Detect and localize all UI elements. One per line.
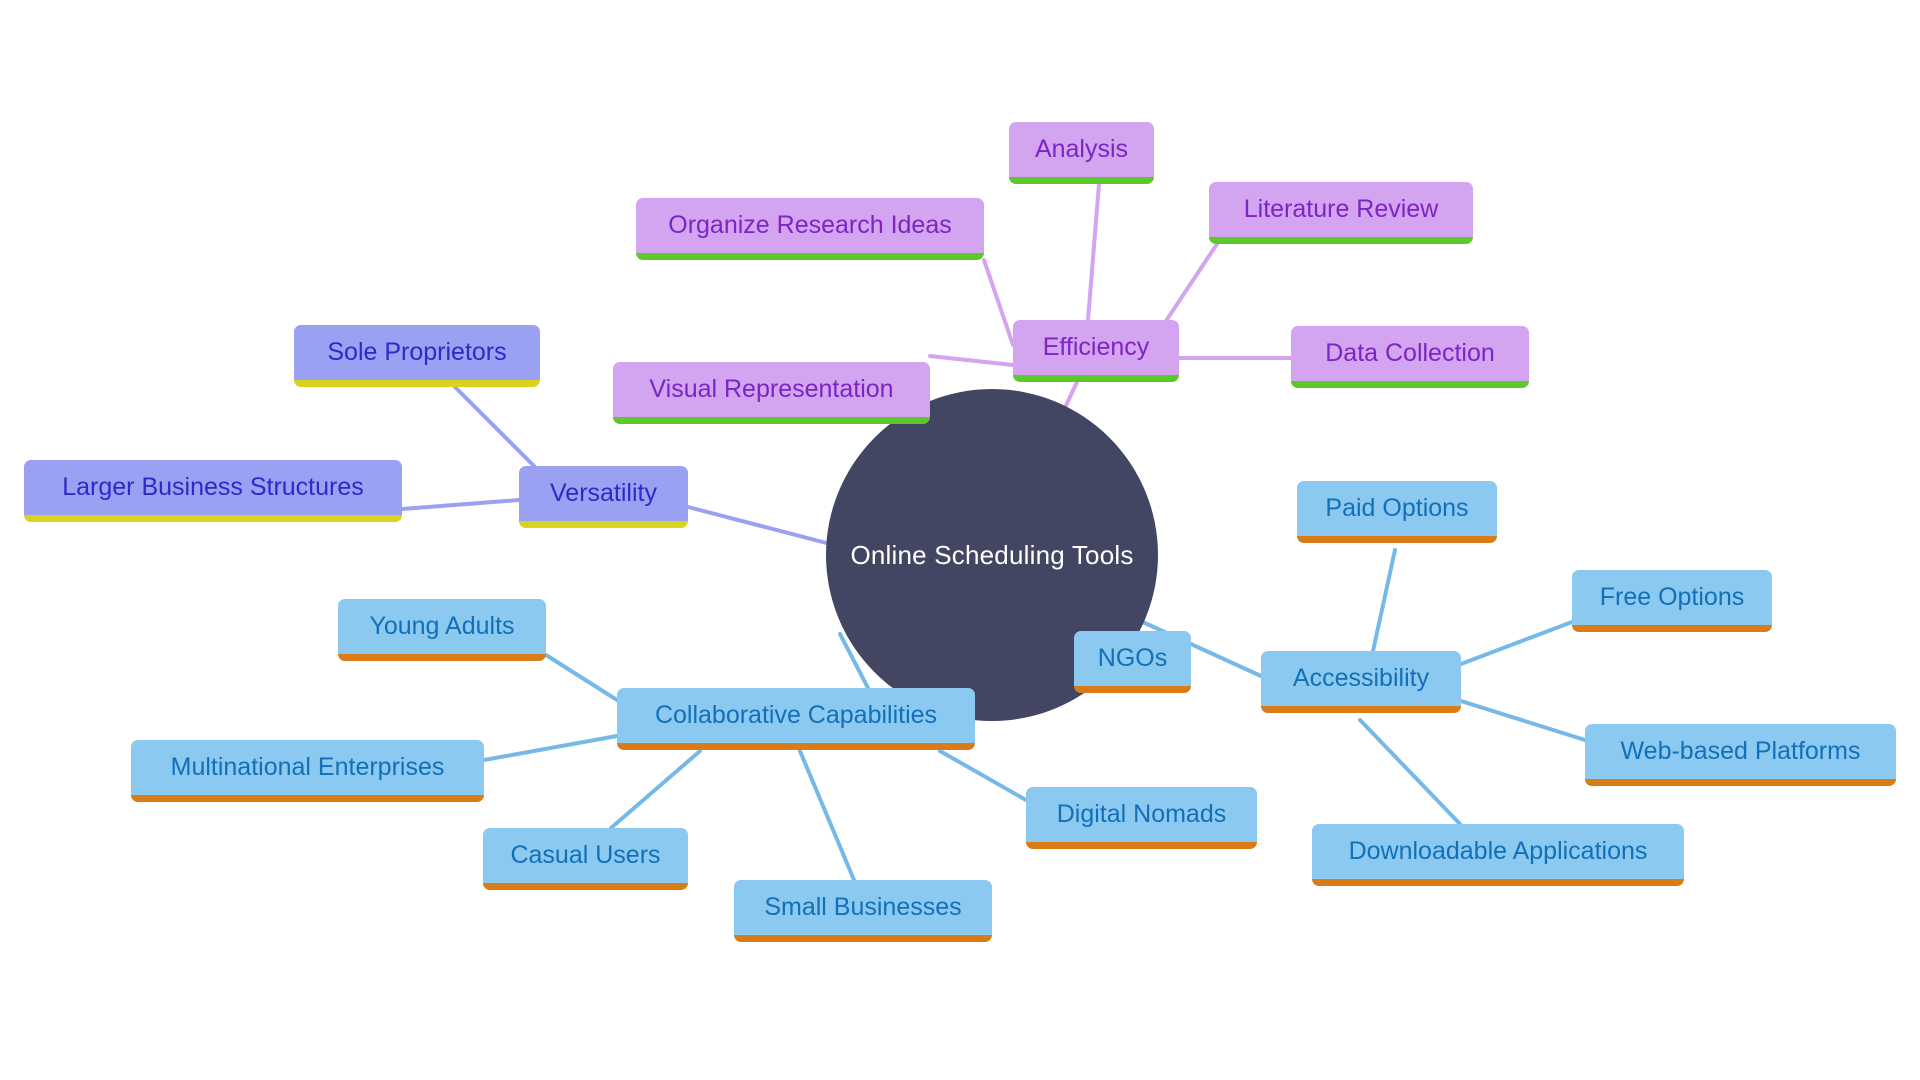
node-largerbiz[interactable]: Larger Business Structures (24, 460, 402, 522)
node-free[interactable]: Free Options (1572, 570, 1772, 632)
node-literature[interactable]: Literature Review (1209, 182, 1473, 244)
node-ngos[interactable]: NGOs (1074, 631, 1191, 693)
node-collab[interactable]: Collaborative Capabilities (617, 688, 975, 750)
node-efficiency[interactable]: Efficiency (1013, 320, 1179, 382)
node-label-youngadults: Young Adults (369, 611, 515, 640)
node-casual[interactable]: Casual Users (483, 828, 688, 890)
node-label-soleprop: Sole Proprietors (327, 337, 507, 366)
edge-accessibility-to-paid (1371, 548, 1397, 653)
node-label-efficiency: Efficiency (1042, 332, 1150, 361)
node-label-smallbiz: Small Businesses (764, 892, 962, 921)
node-label-nomads: Digital Nomads (1056, 799, 1227, 828)
node-webplat[interactable]: Web-based Platforms (1585, 724, 1896, 786)
edge-efficiency-to-analysis (1086, 182, 1101, 322)
node-youngadults[interactable]: Young Adults (338, 599, 546, 661)
node-label-analysis: Analysis (1034, 134, 1129, 163)
node-label-accessibility: Accessibility (1292, 663, 1430, 692)
node-label-visualrep: Visual Representation (649, 374, 894, 403)
node-accessibility[interactable]: Accessibility (1261, 651, 1461, 713)
node-label-free: Free Options (1599, 582, 1745, 611)
node-label-ngos: NGOs (1097, 643, 1168, 672)
node-label-largerbiz: Larger Business Structures (62, 472, 364, 501)
edge-collab-to-multinational (482, 734, 619, 762)
mindmap-canvas: Online Scheduling Tools Analysis Organize … (0, 0, 1920, 1080)
edge-efficiency-to-visualrep (928, 354, 1015, 367)
node-nomads[interactable]: Digital Nomads (1026, 787, 1257, 849)
node-datacoll[interactable]: Data Collection (1291, 326, 1529, 388)
edge-efficiency-to-literature (1158, 242, 1219, 332)
edge-accessibility-to-free (1459, 620, 1574, 666)
node-download[interactable]: Downloadable Applications (1312, 824, 1684, 886)
node-versatility[interactable]: Versatility (519, 466, 688, 528)
node-soleprop[interactable]: Sole Proprietors (294, 325, 540, 387)
node-label-datacoll: Data Collection (1325, 338, 1495, 367)
node-label-download: Downloadable Applications (1348, 836, 1648, 865)
node-paid[interactable]: Paid Options (1297, 481, 1497, 543)
edge-collab-to-smallbiz (798, 749, 856, 882)
edge-collab-to-casual (609, 749, 702, 830)
node-label-versatility: Versatility (550, 478, 657, 507)
node-label-literature: Literature Review (1243, 194, 1439, 223)
edge-accessibility-to-webplat (1459, 699, 1587, 742)
node-visualrep[interactable]: Visual Representation (613, 362, 930, 424)
edge-versatility-to-soleprop (453, 385, 542, 474)
edge-accessibility-to-download (1358, 718, 1462, 826)
node-label-collab: Collaborative Capabilities (654, 700, 938, 729)
edge-versatility-to-root (686, 505, 840, 548)
edge-collab-to-youngadults (544, 653, 619, 702)
node-organize[interactable]: Organize Research Ideas (636, 198, 984, 260)
node-analysis[interactable]: Analysis (1009, 122, 1154, 184)
node-multinational[interactable]: Multinational Enterprises (131, 740, 484, 802)
edge-collab-to-nomads (938, 749, 1028, 802)
node-smallbiz[interactable]: Small Businesses (734, 880, 992, 942)
node-label-casual: Casual Users (510, 840, 661, 869)
node-label-root: Online Scheduling Tools (850, 539, 1134, 570)
node-label-organize: Organize Research Ideas (668, 210, 952, 239)
edge-efficiency-to-organize (982, 258, 1015, 347)
edge-versatility-to-largerbiz (400, 498, 521, 511)
node-label-multinational: Multinational Enterprises (170, 752, 445, 781)
node-label-paid: Paid Options (1325, 493, 1469, 522)
node-label-webplat: Web-based Platforms (1620, 736, 1861, 765)
